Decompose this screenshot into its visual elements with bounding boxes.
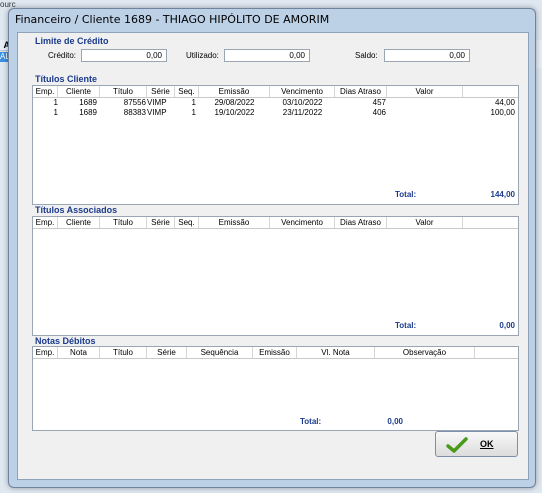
col-header[interactable]: Valor <box>387 86 463 97</box>
table-row[interactable]: 1 1689 88383 VIMP 1 19/10/2022 23/11/202… <box>33 108 518 118</box>
cell-dias-atraso: 457 <box>372 98 386 107</box>
dialog-client-area: Limite de Crédito Crédito: 0,00 Utilizad… <box>17 32 529 480</box>
cell-emissao: 29/08/2022 <box>214 98 255 107</box>
cell-seq: 1 <box>191 98 196 107</box>
ok-button[interactable]: OK <box>435 431 518 457</box>
cell-vencimento: 23/11/2022 <box>282 108 323 117</box>
cell-emp: 1 <box>53 98 58 107</box>
titulos-associados-grid[interactable]: Emp. Cliente Título Série Seq. Emissão V… <box>32 216 519 336</box>
cell-serie: VIMP <box>147 108 167 117</box>
col-header[interactable]: Cliente <box>58 217 100 228</box>
utilizado-label: Utilizado: <box>186 51 219 60</box>
cell-titulo: 88383 <box>123 108 146 117</box>
col-header[interactable]: Série <box>147 217 175 228</box>
col-header[interactable]: Emissão <box>199 217 270 228</box>
grid-header: Emp. Cliente Título Série Seq. Emissão V… <box>33 217 518 229</box>
col-header[interactable]: Vl. Nota <box>297 347 375 358</box>
cell-titulo: 87556 <box>123 98 146 107</box>
cell-dias-atraso: 406 <box>372 108 386 117</box>
col-header[interactable]: Emp. <box>33 347 58 358</box>
col-header[interactable]: Dias Atraso <box>335 217 387 228</box>
limite-credito-title: Limite de Crédito <box>35 36 109 46</box>
grid-header: Emp. Nota Título Série Sequência Emissão… <box>33 347 518 359</box>
titulos-associados-title: Títulos Associados <box>35 205 118 215</box>
col-header[interactable]: Emp. <box>33 86 58 97</box>
col-header[interactable]: Nota <box>58 347 100 358</box>
cell-seq: 1 <box>191 108 196 117</box>
notas-debitos-title: Notas Débitos <box>35 336 96 346</box>
col-header[interactable]: Emissão <box>199 86 270 97</box>
col-header[interactable]: Vencimento <box>270 217 335 228</box>
cell-cliente: 1689 <box>79 108 97 117</box>
total-value: 0,00 <box>499 321 515 330</box>
col-header[interactable]: Título <box>100 347 147 358</box>
col-header[interactable]: Emp. <box>33 217 58 228</box>
saldo-label: Saldo: <box>355 51 378 60</box>
titulos-cliente-title: Títulos Cliente <box>35 74 98 84</box>
col-header[interactable]: Seq. <box>175 217 199 228</box>
col-header[interactable]: Observação <box>375 347 475 358</box>
titulos-cliente-grid[interactable]: Emp. Cliente Título Série Seq. Emissão V… <box>32 85 519 205</box>
cell-emissao: 19/10/2022 <box>214 108 255 117</box>
saldo-field[interactable]: 0,00 <box>384 49 470 62</box>
check-icon <box>446 437 468 455</box>
cell-serie: VIMP <box>147 98 167 107</box>
total-label: Total: <box>395 321 417 330</box>
col-header[interactable]: Cliente <box>58 86 100 97</box>
col-header[interactable]: Série <box>147 347 187 358</box>
total-label: Total: <box>395 190 417 199</box>
col-header[interactable]: Sequência <box>187 347 253 358</box>
financeiro-dialog: Financeiro / Cliente 1689 - THIAGO HIPÓL… <box>8 8 536 488</box>
credito-field[interactable]: 0,00 <box>81 49 167 62</box>
cell-vencimento: 03/10/2022 <box>282 98 323 107</box>
grid-header: Emp. Cliente Título Série Seq. Emissão V… <box>33 86 518 98</box>
col-header[interactable]: Vencimento <box>270 86 335 97</box>
cell-valor: 100,00 <box>490 108 515 117</box>
notas-debitos-grid[interactable]: Emp. Nota Título Série Sequência Emissão… <box>32 346 519 431</box>
total-label: Total: <box>300 417 322 426</box>
col-header[interactable]: Título <box>100 86 147 97</box>
total-value: 144,00 <box>490 190 515 199</box>
col-header[interactable]: Seq. <box>175 86 199 97</box>
col-header[interactable]: Título <box>100 217 147 228</box>
credito-label: Crédito: <box>48 51 77 60</box>
total-value: 0,00 <box>387 417 403 426</box>
cell-cliente: 1689 <box>79 98 97 107</box>
cell-valor: 44,00 <box>494 98 515 107</box>
cell-emp: 1 <box>53 108 58 117</box>
col-header[interactable]: Série <box>147 86 175 97</box>
col-header[interactable]: Valor <box>387 217 463 228</box>
utilizado-field[interactable]: 0,00 <box>224 49 310 62</box>
ok-button-label: OK <box>480 439 494 449</box>
window-title: Financeiro / Cliente 1689 - THIAGO HIPÓL… <box>15 13 330 26</box>
col-header[interactable]: Dias Atraso <box>335 86 387 97</box>
table-row[interactable]: 1 1689 87556 VIMP 1 29/08/2022 03/10/202… <box>33 98 518 108</box>
col-header[interactable]: Emissão <box>253 347 297 358</box>
